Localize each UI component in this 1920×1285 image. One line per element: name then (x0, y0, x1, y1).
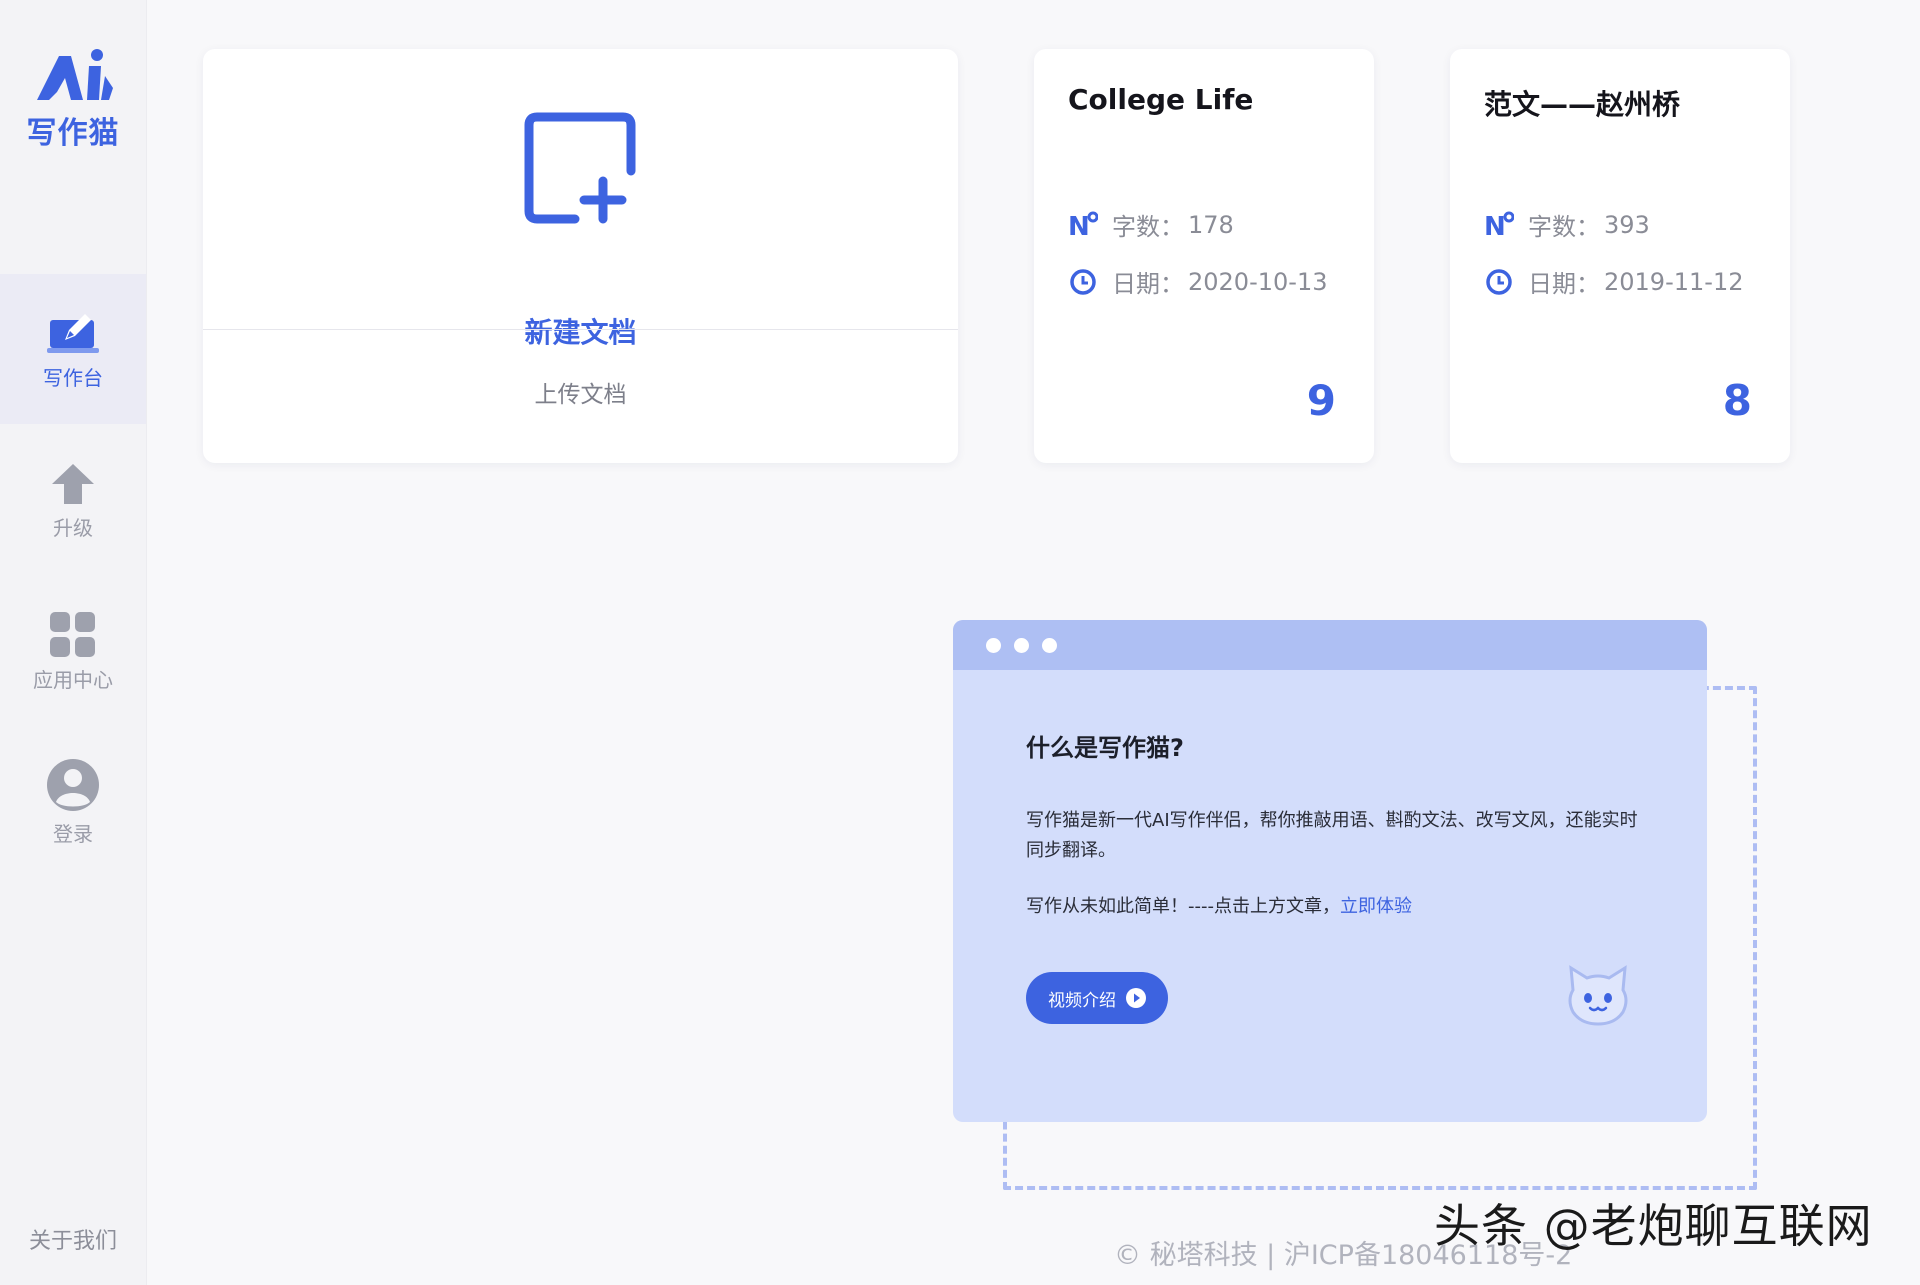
sidebar-item-upgrade[interactable]: 升级 (0, 424, 146, 574)
date-label: 日期： (1528, 270, 1600, 298)
sidebar-item-login[interactable]: 登录 (0, 724, 146, 874)
sidebar-item-label: 升级 (53, 516, 93, 540)
word-count-row: N 字数： 393 (1484, 207, 1650, 242)
date-row: 日期： 2020-10-13 (1068, 264, 1327, 299)
intro-window-bar (953, 620, 1707, 670)
sidebar-item-label: 写作台 (43, 366, 103, 390)
word-count-value: 178 (1188, 210, 1234, 239)
sidebar-item-label: 应用中心 (33, 668, 113, 692)
word-count-value: 393 (1604, 210, 1650, 239)
document-card[interactable]: 范文——赵州桥 N 字数： 393 日期： 2019-11-12 8 (1450, 49, 1790, 463)
sidebar-item-label: 登录 (53, 822, 93, 846)
date-label: 日期： (1112, 270, 1184, 298)
new-document-card: 新建文档 上传文档 (203, 49, 958, 463)
document-score: 8 (1722, 376, 1752, 425)
intro-panel: 什么是写作猫? 写作猫是新一代AI写作伴侣，帮你推敲用语、斟酌文法、改写文风，还… (953, 620, 1707, 1122)
sidebar-item-write-desk[interactable]: 写作台 (0, 274, 146, 424)
upload-document-button[interactable]: 上传文档 (203, 375, 958, 409)
word-count-row: N 字数： 178 (1068, 207, 1234, 242)
svg-text:N: N (1484, 212, 1506, 239)
play-icon (1126, 988, 1146, 1008)
window-dot-icon (986, 638, 1001, 653)
document-card[interactable]: College Life N 字数： 178 日期： 2020-10-13 9 (1034, 49, 1374, 463)
new-document-icon (524, 112, 636, 224)
window-dot-icon (1042, 638, 1057, 653)
new-document-label: 新建文档 (524, 316, 637, 349)
word-count-label: 字数： (1528, 213, 1600, 241)
date-row: 日期： 2019-11-12 (1484, 264, 1743, 299)
divider (203, 329, 958, 330)
clock-icon (1484, 267, 1514, 297)
sidebar-item-app-center[interactable]: 应用中心 (0, 574, 146, 724)
clock-icon (1068, 267, 1098, 297)
window-dot-icon (1014, 638, 1029, 653)
intro-title: 什么是写作猫? (1026, 734, 1184, 762)
video-intro-button[interactable]: 视频介绍 (1026, 972, 1168, 1024)
svg-text:N: N (1068, 212, 1090, 239)
about-us-link[interactable]: 关于我们 (0, 1223, 146, 1255)
upgrade-arrow-icon (52, 464, 94, 504)
try-now-link[interactable]: 立即体验 (1340, 896, 1412, 917)
logo-text: 写作猫 (26, 116, 120, 151)
app-grid-icon (50, 612, 95, 657)
intro-cta-text: 写作从未如此简单！----点击上方文章， (1026, 896, 1340, 917)
write-desk-icon (47, 314, 99, 353)
new-document-button[interactable]: 新建文档 (203, 49, 958, 349)
sidebar: 写作猫 写作台 升级 应用中心 登录 关于我们 (0, 0, 147, 1285)
video-intro-label: 视频介绍 (1048, 990, 1116, 1011)
date-value: 2019-11-12 (1604, 267, 1744, 296)
number-icon: N (1068, 210, 1098, 240)
logo-mark-icon (37, 49, 113, 100)
document-score: 9 (1306, 376, 1336, 425)
cat-mascot-icon (1568, 965, 1628, 1026)
watermark: 头条 @老炮聊互联网 (1434, 1199, 1873, 1253)
document-title: 范文——赵州桥 (1484, 88, 1681, 121)
document-title: College Life (1068, 83, 1254, 116)
word-count-label: 字数： (1112, 213, 1184, 241)
date-value: 2020-10-13 (1188, 267, 1328, 296)
intro-call-to-action: 写作从未如此简单！----点击上方文章，立即体验 (1026, 892, 1412, 918)
user-avatar-icon (47, 759, 99, 811)
number-icon: N (1484, 210, 1514, 240)
intro-description: 写作猫是新一代AI写作伴侣，帮你推敲用语、斟酌文法、改写文风，还能实时同步翻译。 (1026, 810, 1638, 861)
app-logo[interactable]: 写作猫 (0, 48, 146, 152)
